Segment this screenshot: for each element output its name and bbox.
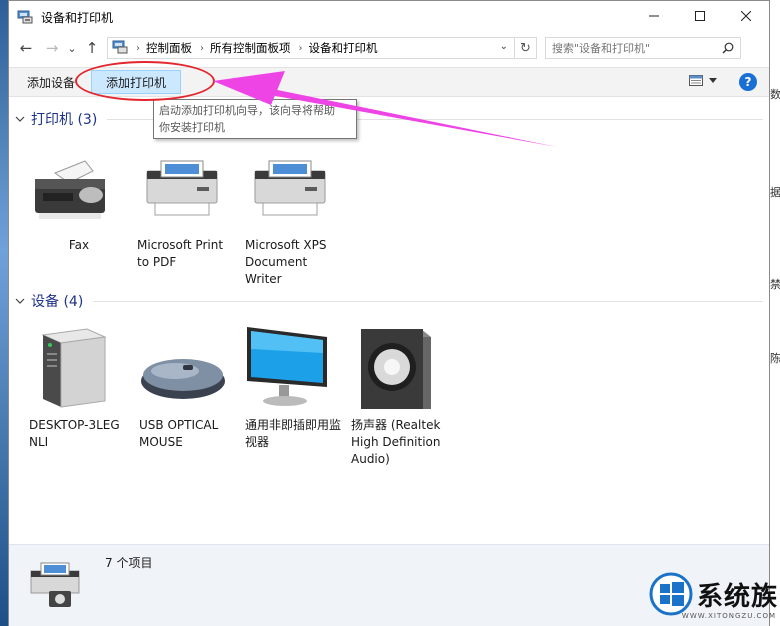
desktop-glyph: 数 — [770, 88, 780, 101]
device-name: Microsoft Print to PDF — [137, 238, 224, 269]
device-name: Microsoft XPS Document Writer — [245, 238, 327, 286]
desktop-background-right: 数 据 禁 陈 — [770, 0, 780, 626]
desktop-glyph: 禁 — [770, 278, 780, 291]
desktop-glyph: 陈 — [770, 352, 780, 365]
device-speaker-realtek[interactable]: 扬声器 (Realtek High Definition Audio) — [351, 323, 451, 468]
device-name: 扬声器 (Realtek High Definition Audio) — [351, 418, 441, 466]
watermark-text: 系统族 — [696, 581, 778, 612]
devices-group-header[interactable]: 设备 (4) — [15, 291, 763, 311]
mouse-icon — [139, 323, 229, 413]
device-name: DESKTOP-3LEGNLI — [29, 418, 120, 449]
monitor-icon — [245, 323, 335, 413]
item-count: 7 个项目 — [105, 556, 153, 570]
annotation-arrow — [213, 71, 557, 147]
group-divider — [93, 300, 763, 302]
device-name: USB OPTICAL MOUSE — [139, 418, 219, 449]
device-name: 通用非即插即用监视器 — [245, 418, 342, 449]
devices-group-label: 设备 (4) — [31, 294, 84, 310]
printer-camera-icon — [27, 561, 85, 616]
windows-logo-icon — [649, 572, 693, 616]
watermark-url: WWW.XITONGZU.COM — [681, 612, 776, 620]
device-generic-monitor[interactable]: 通用非即插即用监视器 — [245, 323, 345, 451]
device-desktop[interactable]: DESKTOP-3LEGNLI — [29, 323, 129, 451]
devices-printers-window: 设备和打印机 ← → ⌄ ↑ › 控制面板 › 所有控制面板项 › 设备和打印机… — [8, 0, 770, 626]
device-name: Fax — [68, 238, 90, 252]
desktop-glyph: 据 — [770, 186, 780, 199]
computer-tower-icon — [29, 323, 119, 413]
chevron-down-icon[interactable] — [15, 296, 29, 307]
device-usb-optical-mouse[interactable]: USB OPTICAL MOUSE — [139, 323, 239, 451]
watermark-logo: 系统族 — [649, 572, 778, 616]
speaker-icon — [351, 323, 441, 413]
